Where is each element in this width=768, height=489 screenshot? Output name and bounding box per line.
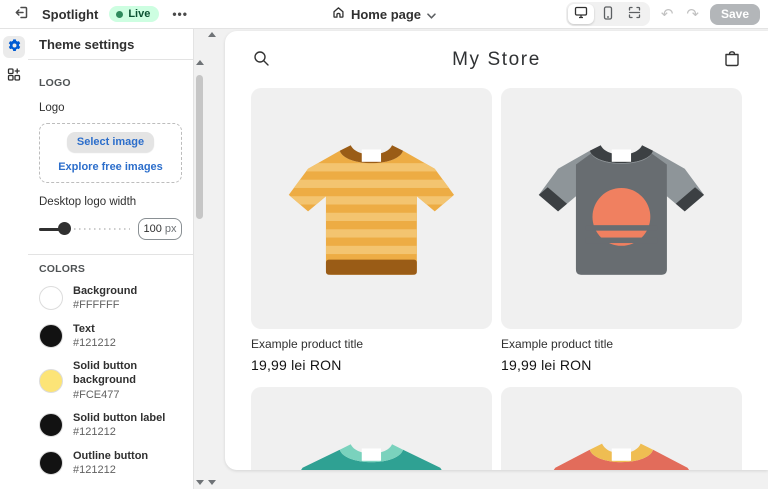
- color-swatch[interactable]: [39, 413, 63, 438]
- product-title[interactable]: Example product title: [251, 337, 492, 352]
- product-card[interactable]: [251, 387, 492, 470]
- color-name: Solid button label: [73, 412, 166, 425]
- fullscreen-icon: [628, 6, 641, 22]
- scrollbar-thumb[interactable]: [196, 75, 203, 219]
- theme-editor: Spotlight Live ••• Home page ↶ ↷ Save Th…: [0, 0, 768, 489]
- chevron-down-icon: [427, 7, 436, 22]
- save-button[interactable]: Save: [709, 3, 760, 25]
- exit-editor-button[interactable]: [12, 3, 31, 25]
- canvas-scrollbar[interactable]: [206, 29, 217, 489]
- color-hex: #121212: [73, 463, 116, 476]
- more-dots-icon: •••: [172, 7, 188, 21]
- live-status-badge: Live: [109, 6, 160, 22]
- store-name[interactable]: My Store: [225, 49, 768, 71]
- desktop-view-button[interactable]: [567, 4, 594, 24]
- live-badge-label: Live: [128, 8, 151, 20]
- section-divider: [28, 254, 193, 255]
- color-hex: #FFFFFF: [73, 299, 120, 312]
- logo-section-heading: LOGO: [39, 77, 71, 89]
- select-image-button[interactable]: Select image: [66, 132, 155, 152]
- color-hex: #121212: [73, 336, 116, 349]
- redo-button[interactable]: ↷: [684, 7, 701, 22]
- color-setting-solid-button-background[interactable]: Solid button background #FCE477: [39, 359, 182, 402]
- topbar-right: ↶ ↷ Save: [565, 2, 768, 26]
- gear-icon: [7, 38, 22, 56]
- home-icon: [332, 6, 345, 22]
- live-dot-icon: [116, 10, 124, 18]
- scroll-up-icon[interactable]: [196, 60, 204, 65]
- logo-width-slider[interactable]: [39, 222, 130, 236]
- page-selector-label: Home page: [350, 6, 422, 22]
- color-setting-outline-button[interactable]: Outline button #121212: [39, 449, 182, 478]
- slider-thumb[interactable]: [57, 222, 71, 235]
- more-actions-button[interactable]: •••: [170, 6, 190, 22]
- color-name: Background: [73, 285, 138, 297]
- color-hex: #FCE477: [73, 388, 120, 401]
- color-setting-text[interactable]: Text #121212: [39, 322, 182, 351]
- panel-body: LOGO Logo Select image Explore free imag…: [28, 60, 193, 489]
- app-embeds-rail-button[interactable]: [3, 65, 25, 87]
- store-preview: My Store Example product title 19,99 lei…: [225, 31, 768, 470]
- product-card[interactable]: [501, 387, 742, 470]
- logo-field-label: Logo: [39, 102, 65, 114]
- product-image-orange-striped-tshirt[interactable]: [251, 88, 492, 329]
- product-card[interactable]: Example product title 19,99 lei RON: [501, 88, 742, 374]
- theme-settings-rail-button[interactable]: [3, 36, 25, 58]
- color-name: Text: [73, 322, 95, 335]
- product-caption: Example product title 19,99 lei RON: [501, 337, 742, 374]
- color-setting-background[interactable]: Background #FFFFFF: [39, 284, 182, 313]
- logo-width-label: Desktop logo width: [39, 196, 137, 208]
- colors-section-heading: COLORS: [39, 263, 86, 275]
- color-name: Outline button: [73, 449, 149, 462]
- color-setting-solid-button-label[interactable]: Solid button label #121212: [39, 411, 182, 440]
- product-price: 19,99 lei RON: [251, 357, 342, 373]
- fullscreen-view-button[interactable]: [622, 4, 648, 24]
- exit-icon: [14, 5, 29, 23]
- product-grid: Example product title 19,99 lei RON Exam…: [225, 88, 768, 470]
- undo-button[interactable]: ↶: [659, 7, 676, 22]
- logo-width-unit: px: [164, 223, 177, 235]
- topbar-left: Spotlight Live •••: [0, 3, 190, 25]
- redo-icon: ↷: [686, 5, 699, 23]
- logo-width-input[interactable]: 100 px: [138, 218, 182, 240]
- settings-scrollbar[interactable]: [194, 29, 205, 489]
- app-embeds-icon: [7, 67, 21, 85]
- scroll-down-icon[interactable]: [196, 480, 204, 485]
- main-area: Theme settings LOGO Logo Select image Ex…: [0, 29, 768, 489]
- color-swatch[interactable]: [39, 286, 63, 311]
- product-image-red-gold-trim-tshirt[interactable]: [501, 387, 742, 470]
- page-selector[interactable]: Home page: [326, 5, 442, 23]
- explore-free-images-link[interactable]: Explore free images: [52, 160, 169, 174]
- product-card[interactable]: Example product title 19,99 lei RON: [251, 88, 492, 374]
- theme-name: Spotlight: [42, 6, 99, 22]
- logo-width-value: 100: [143, 223, 162, 235]
- color-name: Solid button background: [73, 360, 138, 387]
- panel-title: Theme settings: [28, 29, 193, 60]
- theme-settings-panel: Theme settings LOGO Logo Select image Ex…: [28, 29, 194, 489]
- color-swatch[interactable]: [39, 323, 63, 348]
- color-hex: #121212: [73, 426, 116, 439]
- scroll-up-icon[interactable]: [208, 32, 216, 37]
- product-image-teal-tshirt[interactable]: [251, 387, 492, 470]
- sidebar-rail: [0, 29, 28, 489]
- device-preview-switcher: [565, 2, 650, 26]
- color-swatch[interactable]: [39, 450, 63, 475]
- undo-icon: ↶: [660, 5, 674, 23]
- product-price: 19,99 lei RON: [501, 357, 592, 373]
- scroll-down-icon[interactable]: [208, 480, 216, 485]
- logo-image-picker: Select image Explore free images: [39, 123, 182, 183]
- desktop-icon: [574, 6, 588, 22]
- topbar: Spotlight Live ••• Home page ↶ ↷ Save: [0, 0, 768, 29]
- logo-width-control: 100 px: [39, 218, 182, 240]
- store-header: My Store: [225, 31, 768, 88]
- mobile-view-button[interactable]: [595, 4, 621, 24]
- product-image-gray-sunset-tshirt[interactable]: [501, 88, 742, 329]
- mobile-icon: [603, 5, 613, 23]
- product-title[interactable]: Example product title: [501, 337, 742, 352]
- color-swatch[interactable]: [39, 368, 63, 393]
- product-caption: Example product title 19,99 lei RON: [251, 337, 492, 374]
